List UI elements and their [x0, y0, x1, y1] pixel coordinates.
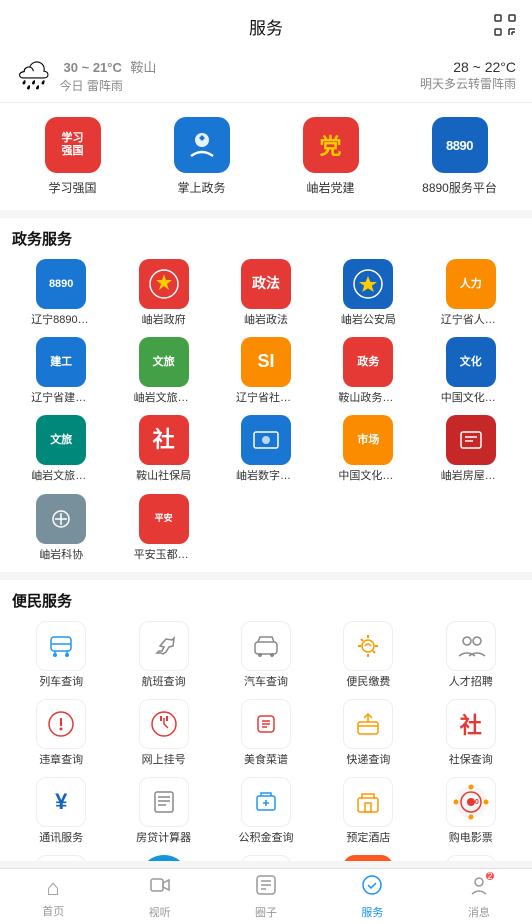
- life-services-section: 便民服务 列车查询 航班查询 汽车查询: [0, 580, 532, 861]
- life-item-hotel[interactable]: 预定酒店: [319, 777, 417, 845]
- app-icon-8890: 8890: [432, 117, 488, 173]
- nav-label-video: 视听: [149, 904, 171, 920]
- top-apps-row: 学习强国 学习强国 掌上政务 党 岫岩党建 8890: [0, 103, 532, 210]
- scan-icon[interactable]: [494, 14, 516, 36]
- home-icon: ⌂: [47, 875, 60, 901]
- nav-item-circle[interactable]: 圈子: [213, 874, 319, 920]
- life-item-violation[interactable]: 违章查询: [12, 699, 110, 767]
- gov-services-section: 政务服务 8890 辽宁8890政... 岫岩政府 政法 岫岩政法: [0, 218, 532, 572]
- nav-item-message[interactable]: 2 消息: [426, 874, 532, 920]
- gov-item-12[interactable]: 岫岩数字科技...: [217, 415, 315, 483]
- nav-label-home: 首页: [42, 903, 64, 919]
- weather-desc: 今日 雷阵雨: [60, 77, 157, 94]
- nav-label-service: 服务: [361, 904, 383, 920]
- video-icon: [149, 874, 171, 902]
- gov-item-6[interactable]: 文旅 岫岩文旅集团: [114, 337, 212, 405]
- weather-tomorrow: 28 ~ 22°C 明天多云转雷阵雨: [420, 59, 516, 92]
- main-content: 🌧 30 ~ 21°C 鞍山 今日 雷阵雨 28 ~ 22°C 明天多云转雷阵雨…: [0, 49, 532, 861]
- life-item-meituan[interactable]: 美团外卖: [217, 855, 315, 861]
- nav-item-video[interactable]: 视听: [106, 874, 212, 920]
- life-item-telecom[interactable]: ¥ 通讯服务: [12, 777, 110, 845]
- life-grid: 列车查询 航班查询 汽车查询 便民缴费: [12, 621, 520, 861]
- gov-item-15[interactable]: 岫岩科协: [12, 494, 110, 562]
- bottom-nav: ⌂ 首页 视听 圈子 服务 2 消息: [0, 868, 532, 924]
- gov-item-14[interactable]: 岫岩房屋交易: [422, 415, 520, 483]
- gov-item-10[interactable]: 文旅 岫岩文旅集团: [12, 415, 110, 483]
- life-item-food[interactable]: 寻找美食: [319, 855, 417, 861]
- app-label-dangjian: 岫岩党建: [306, 179, 354, 196]
- gov-item-2[interactable]: 政法 岫岩政法: [217, 259, 315, 327]
- gov-item-7[interactable]: SI 辽宁省社会保...: [217, 337, 315, 405]
- life-item-train[interactable]: 列车查询: [12, 621, 110, 689]
- weather-bar: 🌧 30 ~ 21°C 鞍山 今日 雷阵雨 28 ~ 22°C 明天多云转雷阵雨: [0, 49, 532, 103]
- gov-item-4[interactable]: 人力 辽宁省人力资...: [422, 259, 520, 327]
- page-title: 服务: [249, 19, 283, 38]
- message-badge: 2: [486, 872, 494, 880]
- gov-item-11[interactable]: 社 鞍山社保局: [114, 415, 212, 483]
- gov-item-3[interactable]: 岫岩公安局: [319, 259, 417, 327]
- app-zhangshangzhengwu[interactable]: 掌上政务: [162, 117, 242, 196]
- life-item-express[interactable]: 快递查询: [319, 699, 417, 767]
- app-icon-dangjian: 党: [303, 117, 359, 173]
- nav-item-service[interactable]: 服务: [319, 874, 425, 920]
- life-item-map[interactable]: 腾讯地图: [422, 855, 520, 861]
- app-icon-zhangshangzhengwu: [174, 117, 230, 173]
- life-item-movie[interactable]: 0.0 购电影票: [422, 777, 520, 845]
- nav-label-circle: 圈子: [255, 904, 277, 920]
- message-badge-container: 2: [468, 874, 490, 902]
- app-label-8890: 8890服务平台: [422, 179, 497, 196]
- life-item-mortgage[interactable]: 房贷计算器: [114, 777, 212, 845]
- life-item-donate[interactable]: 旧衣捐赠: [12, 855, 110, 861]
- gov-item-16[interactable]: 平安 平安玉都岫岩: [114, 494, 212, 562]
- life-section-title: 便民服务: [12, 590, 520, 611]
- app-dangjian[interactable]: 党 岫岩党建: [291, 117, 371, 196]
- circle-icon: [255, 874, 277, 902]
- app-label-zhangshangzhengwu: 掌上政务: [177, 179, 225, 196]
- service-icon: [361, 874, 383, 902]
- life-item-flight[interactable]: 航班查询: [114, 621, 212, 689]
- gov-item-9[interactable]: 文化 中国文化和旅...: [422, 337, 520, 405]
- gov-item-13[interactable]: 市场 中国文化市场...: [319, 415, 417, 483]
- weather-temp: 30 ~ 21°C 鞍山: [60, 57, 157, 77]
- life-item-recipe[interactable]: 美食菜谱: [217, 699, 315, 767]
- app-xuexiqiangguo[interactable]: 学习强国 学习强国: [33, 117, 113, 196]
- app-8890[interactable]: 8890 8890服务平台: [420, 117, 500, 196]
- nav-label-message: 消息: [468, 904, 490, 920]
- life-item-recruit[interactable]: 人才招聘: [422, 621, 520, 689]
- header: 服务: [0, 0, 532, 49]
- gov-section-title: 政务服务: [12, 228, 520, 249]
- app-label-xuexiqiangguo: 学习强国: [48, 179, 96, 196]
- life-item-bus[interactable]: 汽车查询: [217, 621, 315, 689]
- weather-icon: 🌧: [16, 59, 52, 92]
- gov-item-1[interactable]: 岫岩政府: [114, 259, 212, 327]
- life-item-appointment[interactable]: 网上挂号: [114, 699, 212, 767]
- life-item-eleme[interactable]: e 饿了么外卖: [114, 855, 212, 861]
- svg-text:0.0: 0.0: [469, 799, 479, 806]
- app-icon-xuexiqiangguo: 学习强国: [45, 117, 101, 173]
- life-item-social-security[interactable]: 社 社保查询: [422, 699, 520, 767]
- nav-item-home[interactable]: ⌂ 首页: [0, 875, 106, 919]
- life-item-payment[interactable]: 便民缴费: [319, 621, 417, 689]
- gov-item-8[interactable]: 政务 鞍山政务服务...: [319, 337, 417, 405]
- gov-item-0[interactable]: 8890 辽宁8890政...: [12, 259, 110, 327]
- gov-item-5[interactable]: 建工 辽宁省建筑工...: [12, 337, 110, 405]
- life-item-provident[interactable]: 公积金查询: [217, 777, 315, 845]
- gov-grid: 8890 辽宁8890政... 岫岩政府 政法 岫岩政法 岫岩公安局 人力: [12, 259, 520, 562]
